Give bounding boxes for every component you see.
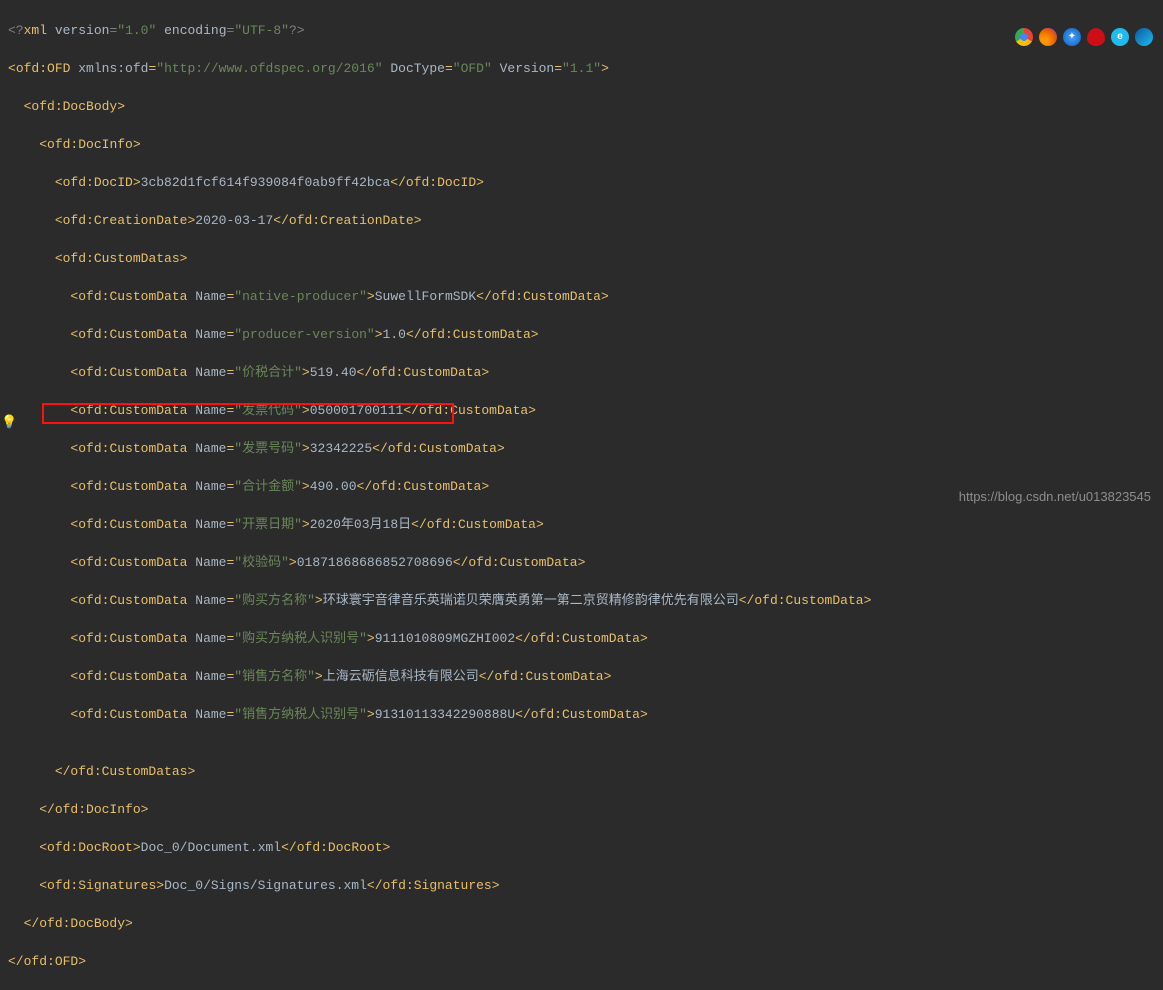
watermark-text: https://blog.csdn.net/u013823545 <box>959 489 1151 504</box>
custom-data-value: 91310113342290888U <box>375 707 515 722</box>
code-line: <ofd:CustomData Name="发票代码">050001700111… <box>8 401 1163 420</box>
custom-data-value: 01871868686852708696 <box>297 555 453 570</box>
custom-data-value: 32342225 <box>310 441 372 456</box>
code-line: <ofd:CustomData Name="producer-version">… <box>8 325 1163 344</box>
custom-data-value: 050001700111 <box>310 403 404 418</box>
code-line: <ofd:CustomData Name="销售方名称">上海云砺信息科技有限公… <box>8 667 1163 686</box>
code-line: <ofd:CustomData Name="发票号码">32342225</of… <box>8 439 1163 458</box>
edge-icon[interactable] <box>1135 28 1153 46</box>
doctype: OFD <box>461 61 484 76</box>
ie-icon[interactable]: e <box>1111 28 1129 46</box>
custom-data-value: SuwellFormSDK <box>375 289 476 304</box>
code-line: <ofd:DocInfo> <box>8 135 1163 154</box>
custom-data-value: 环球寰宇音律音乐英瑞诺贝荣膺英勇第一第二京贸精修韵律优先有限公司 <box>323 593 739 608</box>
code-line: <ofd:CustomData Name="开票日期">2020年03月18日<… <box>8 515 1163 534</box>
custom-data-value: 490.00 <box>310 479 357 494</box>
code-line: </ofd:CustomDatas> <box>8 762 1163 781</box>
code-line: <ofd:CustomData Name="价税合计">519.40</ofd:… <box>8 363 1163 382</box>
code-line: </ofd:DocBody> <box>8 914 1163 933</box>
opera-icon[interactable] <box>1087 28 1105 46</box>
custom-data-value: 519.40 <box>310 365 357 380</box>
chrome-icon[interactable] <box>1015 28 1033 46</box>
custom-data-value: 2020年03月18日 <box>310 517 411 532</box>
code-line: <ofd:CustomDatas> <box>8 249 1163 268</box>
code-line: </ofd:OFD> <box>8 952 1163 971</box>
code-line: <ofd:CustomData Name="购买方名称">环球寰宇音律音乐英瑞诺… <box>8 591 1163 610</box>
code-line: </ofd:DocInfo> <box>8 800 1163 819</box>
xml-encoding: UTF-8 <box>242 23 281 38</box>
code-line: <ofd:Signatures>Doc_0/Signs/Signatures.x… <box>8 876 1163 895</box>
custom-data-value: 1.0 <box>383 327 406 342</box>
code-line: <ofd:OFD xmlns:ofd="http://www.ofdspec.o… <box>8 59 1163 78</box>
code-line: <ofd:CustomData Name="native-producer">S… <box>8 287 1163 306</box>
doc-root: Doc_0/Document.xml <box>141 840 281 855</box>
code-line: <ofd:CustomData Name="校验码">0187186868685… <box>8 553 1163 572</box>
doc-id: 3cb82d1fcf614f939084f0ab9ff42bca <box>141 175 391 190</box>
code-line: <ofd:DocRoot>Doc_0/Document.xml</ofd:Doc… <box>8 838 1163 857</box>
code-line: <ofd:CustomData Name="购买方纳税人识别号">9111010… <box>8 629 1163 648</box>
code-line: <?xml version="1.0" encoding="UTF-8"?> <box>8 21 1163 40</box>
safari-icon[interactable]: ✦ <box>1063 28 1081 46</box>
xml-version: 1.0 <box>125 23 148 38</box>
creation-date: 2020-03-17 <box>195 213 273 228</box>
code-line: <ofd:DocBody> <box>8 97 1163 116</box>
custom-data-value: 9111010809MGZHI002 <box>375 631 515 646</box>
firefox-icon[interactable] <box>1039 28 1057 46</box>
intention-bulb-icon[interactable]: 💡 <box>1 415 17 430</box>
version: 1.1 <box>570 61 593 76</box>
signatures: Doc_0/Signs/Signatures.xml <box>164 878 367 893</box>
custom-data-value: 上海云砺信息科技有限公司 <box>323 669 479 684</box>
code-line: <ofd:DocID>3cb82d1fcf614f939084f0ab9ff42… <box>8 173 1163 192</box>
code-line: <ofd:CustomData Name="销售方纳税人识别号">9131011… <box>8 705 1163 724</box>
browser-icon-bar: ✦ e <box>1015 28 1153 46</box>
xmlns: http://www.ofdspec.org/2016 <box>164 61 375 76</box>
code-line: <ofd:CreationDate>2020-03-17</ofd:Creati… <box>8 211 1163 230</box>
